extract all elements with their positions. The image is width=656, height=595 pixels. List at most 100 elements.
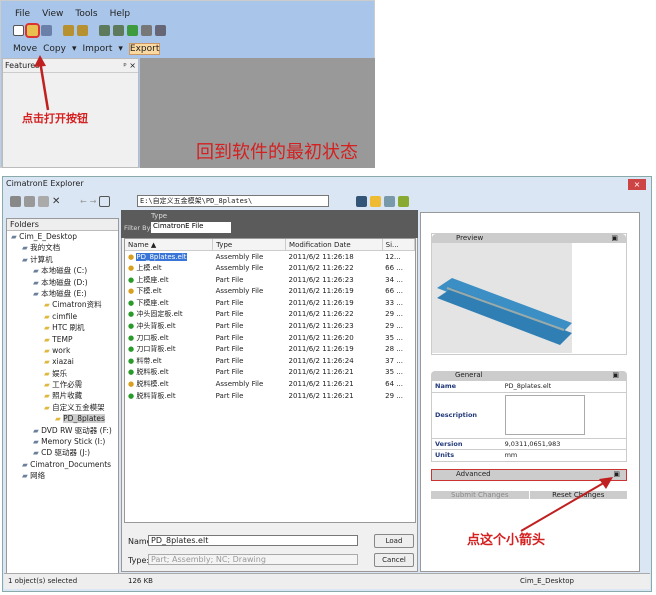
folder-icon: ▰ bbox=[44, 323, 53, 333]
close-button[interactable]: × bbox=[628, 179, 646, 190]
file-cell: 12... bbox=[385, 252, 401, 261]
copy-icon[interactable] bbox=[24, 196, 35, 207]
explorer-toolbar: ✕ ← → bbox=[10, 196, 111, 207]
file-row[interactable]: ● 冲头背板.elt Part File 2011/6/2 11:26:23 29 .… bbox=[125, 320, 415, 332]
properties-icon[interactable] bbox=[384, 196, 395, 207]
folder-tree-item[interactable]: ▰ Memory Stick (I:) bbox=[7, 436, 118, 447]
folder-tree-item[interactable]: ▰ Cimatron资料 bbox=[7, 299, 118, 310]
folder-tree-item[interactable]: ▰ 本地磁盘 (C:) bbox=[7, 265, 118, 276]
export-button[interactable]: Export bbox=[128, 43, 161, 55]
cut-icon[interactable] bbox=[10, 196, 21, 207]
file-cell: 2011/6/2 11:26:23 bbox=[288, 275, 354, 284]
folder-tree-item[interactable]: ▰ xiazai bbox=[7, 356, 118, 367]
folder-tree-item[interactable]: ▰ Cim_E_Desktop bbox=[7, 231, 118, 242]
folder-label: 我的文档 bbox=[30, 243, 61, 253]
folder-tree-item[interactable]: ▰ TEMP bbox=[7, 334, 118, 345]
path-input[interactable]: E:\自定义五金模架\PD_8plates\ bbox=[137, 195, 329, 207]
file-row[interactable]: ● 冲头固定板.elt Part File 2011/6/2 11:26:22 29 … bbox=[125, 309, 415, 321]
version-key: Version bbox=[435, 439, 463, 448]
import-icon[interactable] bbox=[63, 25, 74, 36]
file-row[interactable]: ● 上模.elt Assembly File 2011/6/2 11:26:22 66… bbox=[125, 262, 415, 274]
search-icon[interactable] bbox=[356, 196, 367, 207]
open-folder-icon[interactable] bbox=[25, 23, 40, 38]
menu-view[interactable]: View bbox=[42, 9, 63, 19]
export-icon[interactable] bbox=[77, 25, 88, 36]
folder-tree-item[interactable]: ▰ work bbox=[7, 345, 118, 356]
annotation-open-text: 点击打开按钮 bbox=[22, 112, 88, 125]
file-row[interactable]: ● PD_8plates.elt Assembly File 2011/6/2 11… bbox=[125, 251, 415, 263]
folder-tree-item[interactable]: ▰ 本地磁盘 (D:) bbox=[7, 277, 118, 288]
file-row[interactable]: ● 下模.elt Assembly File 2011/6/2 11:26:19 66… bbox=[125, 285, 415, 297]
file-cell: Assembly File bbox=[215, 263, 264, 272]
forward-icon[interactable]: → bbox=[90, 197, 97, 206]
paste-icon[interactable] bbox=[38, 196, 49, 207]
file-row[interactable]: ● 刀口板.elt Part File 2011/6/2 11:26:20 35 ..… bbox=[125, 332, 415, 344]
file-row[interactable]: ● 脱料背板.elt Part File 2011/6/2 11:26:21 29 .… bbox=[125, 390, 415, 402]
column-header[interactable]: Modification Date bbox=[285, 239, 383, 251]
menu-tools[interactable]: Tools bbox=[75, 9, 97, 19]
folders-label: Folders bbox=[7, 219, 118, 231]
tool-icon-4[interactable] bbox=[141, 25, 152, 36]
copy-button[interactable]: Copy bbox=[43, 44, 66, 54]
folder-label: 照片收藏 bbox=[52, 391, 83, 401]
tool-icon-1[interactable] bbox=[99, 25, 110, 36]
folder-tree-item[interactable]: ▰ 本地磁盘 (E:) bbox=[7, 288, 118, 299]
file-row[interactable]: ● 下模座.elt Part File 2011/6/2 11:26:19 33 ..… bbox=[125, 297, 415, 309]
pin-close-controls[interactable]: ᵖ × bbox=[123, 61, 136, 70]
folder-icon: ▰ bbox=[22, 459, 31, 469]
save-icon[interactable] bbox=[41, 25, 52, 36]
folder-tree-item[interactable]: ▰ PD_8plates bbox=[7, 413, 118, 424]
file-cell: Part File bbox=[215, 391, 244, 400]
folder-icon: ▰ bbox=[44, 368, 53, 378]
folder-tree-item[interactable]: ▰ 工作必需 bbox=[7, 379, 118, 390]
file-cell: Assembly File bbox=[215, 379, 264, 388]
delete-icon[interactable]: ✕ bbox=[52, 196, 63, 207]
status-selected: 1 object(s) selected bbox=[8, 577, 78, 585]
cancel-button[interactable]: Cancel bbox=[374, 553, 414, 567]
version-value: 9,0311,0651,983 bbox=[504, 439, 561, 448]
folder-tree-item[interactable]: ▰ 计算机 bbox=[7, 254, 118, 265]
folder-tree-item[interactable]: ▰ 网络 bbox=[7, 470, 118, 481]
menu-help[interactable]: Help bbox=[110, 9, 131, 19]
column-header[interactable]: Name ▲ bbox=[125, 239, 214, 251]
type-select[interactable]: Part; Assembly; NC; Drawing bbox=[148, 554, 358, 565]
collapse-icon[interactable]: ▣ bbox=[611, 234, 618, 242]
folder-tree-item[interactable]: ▰ 照片收藏 bbox=[7, 390, 118, 401]
file-row[interactable]: ● 刀口背板.elt Part File 2011/6/2 11:26:19 28 .… bbox=[125, 343, 415, 355]
column-header[interactable]: Type bbox=[212, 239, 287, 251]
file-row[interactable]: ● 上模座.elt Part File 2011/6/2 11:26:23 34 ..… bbox=[125, 274, 415, 286]
file-row[interactable]: ● 脱料模.elt Assembly File 2011/6/2 11:26:21 6… bbox=[125, 378, 415, 390]
folder-tree-item[interactable]: ▰ cimfile bbox=[7, 311, 118, 322]
folder-tree-item[interactable]: ▰ CD 驱动器 (J:) bbox=[7, 447, 118, 458]
name-input[interactable]: PD_8plates.elt bbox=[148, 535, 358, 546]
move-button[interactable]: Move bbox=[13, 44, 37, 54]
folder-tree-item[interactable]: ▰ 自定义五金模架 bbox=[7, 402, 118, 413]
view-icon[interactable] bbox=[398, 196, 409, 207]
filter-select[interactable]: CimatronE File bbox=[151, 222, 231, 233]
status-size: 126 KB bbox=[128, 577, 153, 585]
folder-tree-item[interactable]: ▰ HTC 刷机 bbox=[7, 322, 118, 333]
folder-tree-item[interactable]: ▰ 娱乐 bbox=[7, 368, 118, 379]
import-button[interactable]: Import bbox=[83, 44, 113, 54]
file-row[interactable]: ● 料带.elt Part File 2011/6/2 11:26:24 37 ... bbox=[125, 355, 415, 367]
back-icon[interactable]: ← bbox=[80, 197, 87, 206]
folder-tree-item[interactable]: ▰ 我的文档 bbox=[7, 242, 118, 253]
properties-panel: Preview ▣ General ▣ Name PD_8plates.elt Des… bbox=[420, 212, 640, 572]
tool-icon-3[interactable] bbox=[127, 25, 138, 36]
file-cell: Part File bbox=[215, 310, 244, 319]
tool-icon-5[interactable] bbox=[155, 25, 166, 36]
folder-tree-item[interactable]: ▰ Cimatron_Documents bbox=[7, 459, 118, 470]
folder-label: cimfile bbox=[52, 311, 78, 321]
menu-file[interactable]: File bbox=[15, 9, 30, 19]
collapse-icon[interactable]: ▣ bbox=[612, 371, 619, 379]
folder-label: Memory Stick (I:) bbox=[41, 437, 106, 447]
new-file-icon[interactable] bbox=[13, 25, 24, 36]
folder-tree-item[interactable]: ▰ DVD RW 驱动器 (F:) bbox=[7, 425, 118, 436]
column-header[interactable]: Si... bbox=[382, 239, 416, 251]
file-row[interactable]: ● 脱料板.elt Part File 2011/6/2 11:26:21 35 ..… bbox=[125, 367, 415, 379]
tool-icon-2[interactable] bbox=[113, 25, 124, 36]
description-textarea[interactable] bbox=[504, 395, 585, 436]
up-folder-icon[interactable] bbox=[99, 196, 111, 207]
folders-icon[interactable] bbox=[370, 196, 381, 207]
load-button[interactable]: Load bbox=[374, 534, 414, 548]
